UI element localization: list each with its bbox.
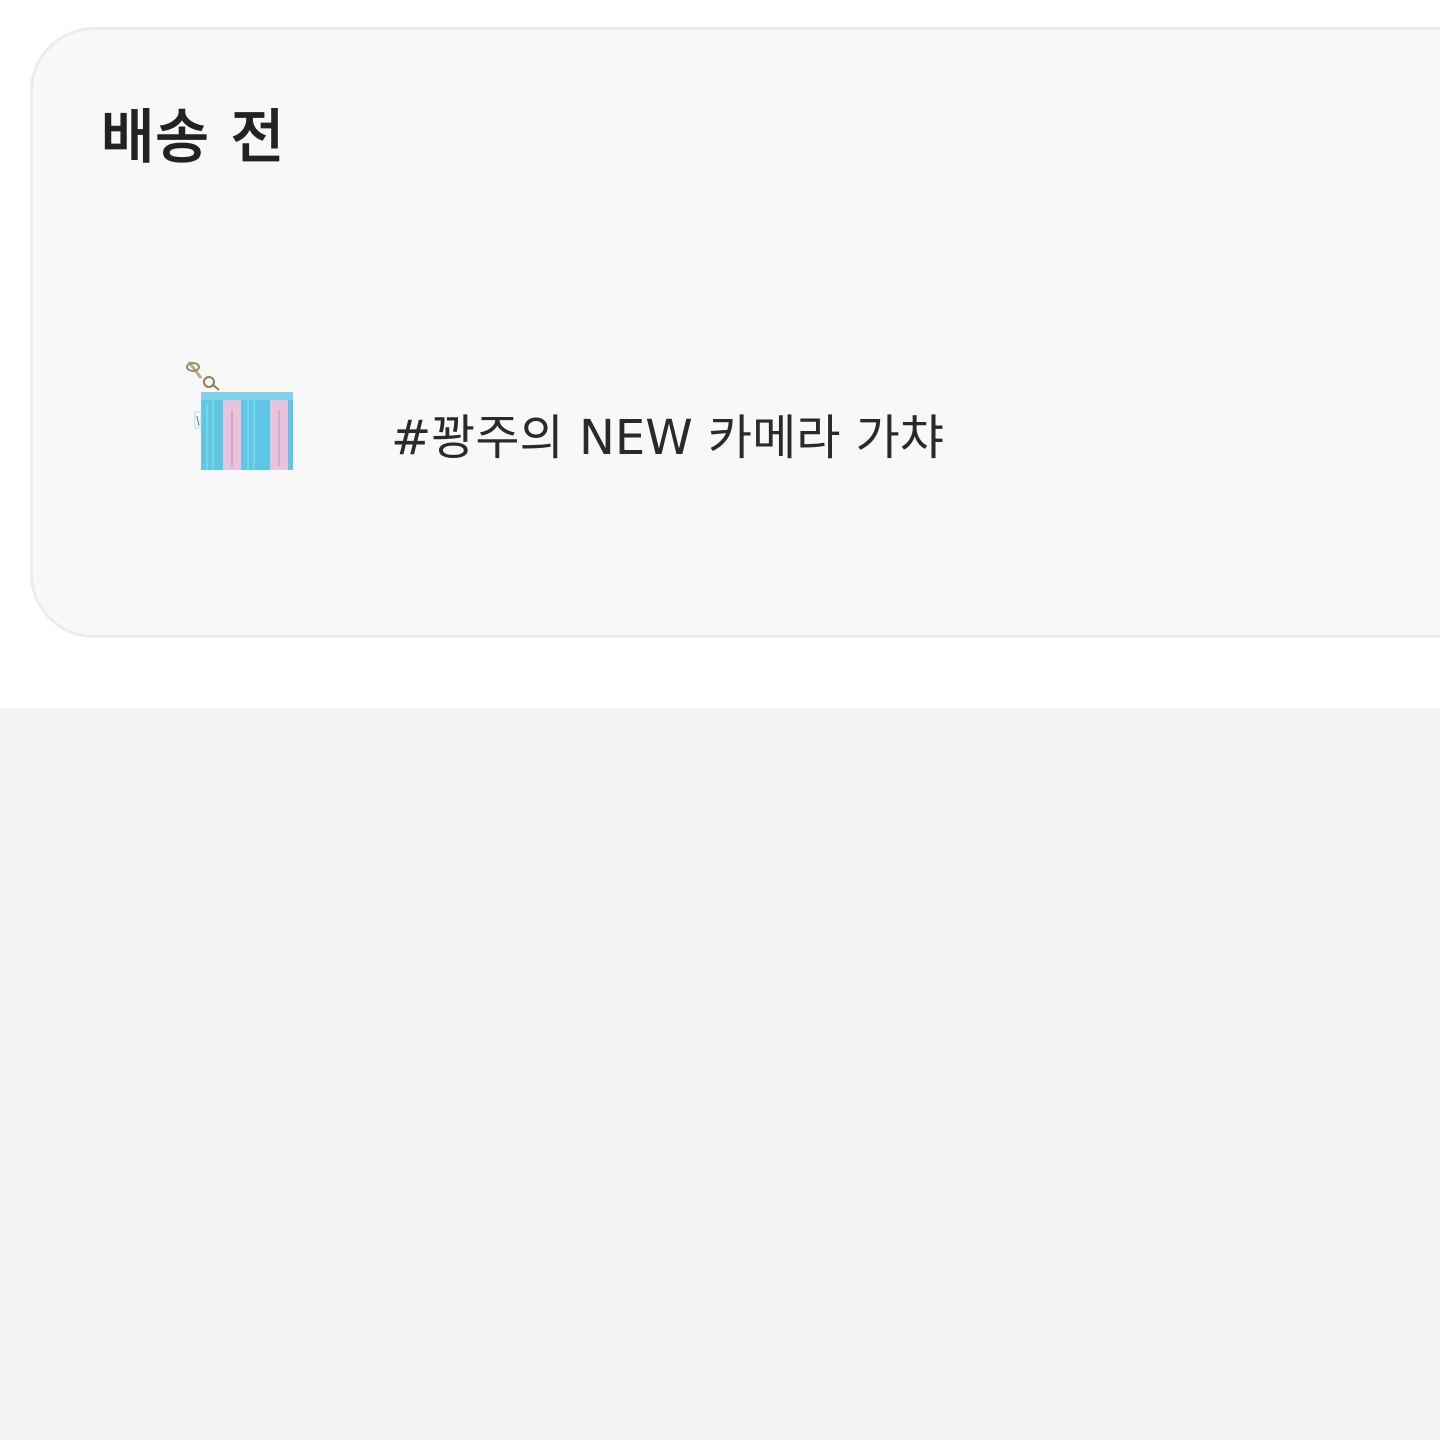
keychain-clasp-icon (186, 361, 220, 391)
page: 배송 전 #꽝주의 NEW 카메라 가챠 (0, 0, 1440, 1440)
product-item[interactable]: #꽝주의 NEW 카메라 가챠 (153, 330, 1153, 500)
striped-pouch-icon (194, 392, 293, 470)
product-name: #꽝주의 NEW 카메라 가챠 (391, 410, 944, 466)
pre-shipping-card: 배송 전 #꽝주의 NEW 카메라 가챠 (30, 27, 1440, 638)
product-thumbnail (186, 361, 293, 470)
order-status-area: 배송 전 #꽝주의 NEW 카메라 가챠 (0, 0, 1440, 708)
section-title: 배송 전 (101, 103, 286, 171)
empty-content-area (0, 708, 1440, 1440)
